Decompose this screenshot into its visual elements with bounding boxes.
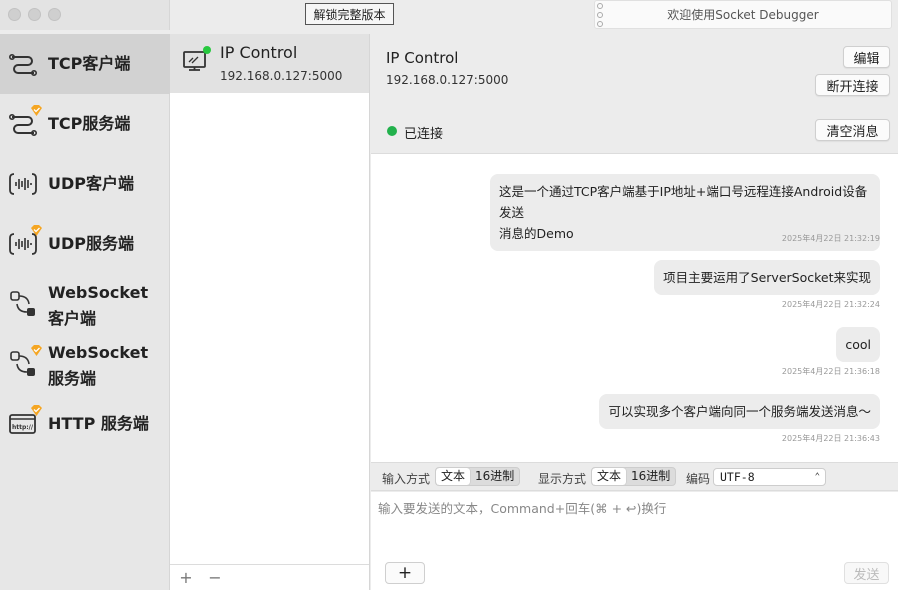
message-text: 可以实现多个客户端向同一个服务端发送消息～ <box>608 404 871 419</box>
connection-status-text: 已连接 <box>404 127 444 142</box>
sidebar-item-label-line1: WebSocket <box>48 283 149 302</box>
welcome-text: 欢迎使用Socket Debugger <box>667 8 819 22</box>
message-input[interactable]: 输入要发送的文本，Command+回车(⌘ + ↩)换行 <box>378 498 666 517</box>
message-timestamp: 2025年4月22日 21:36:43 <box>781 434 880 443</box>
pro-badge-icon <box>31 405 42 416</box>
udp-client-icon <box>9 173 37 195</box>
encoding-select[interactable]: UTF-8 ⌃ <box>713 468 826 486</box>
input-options-bar: 输入方式 文本 16进制 显示方式 文本 16进制 编码 UTF-8 ⌃ <box>371 462 898 491</box>
http-icon-text: http:// <box>12 424 34 431</box>
sidebar-item-http-server[interactable]: http:// HTTP 服务端 <box>0 394 170 454</box>
sidebar-item-label-line2: 客户端 <box>48 309 97 328</box>
title-bar: 解锁完整版本 欢迎使用Socket Debugger <box>0 0 898 30</box>
message-list[interactable]: 这是一个通过TCP客户端基于IP地址+端口号远程连接Android设备发送 消息… <box>371 153 898 462</box>
message-timestamp: 2025年4月22日 21:32:24 <box>781 300 880 309</box>
input-mode-hex-option[interactable]: 16进制 <box>470 468 519 485</box>
sidebar-titlebar <box>0 0 170 30</box>
send-button[interactable]: 发送 <box>844 562 889 584</box>
message-bubble: 可以实现多个客户端向同一个服务端发送消息～ <box>599 394 880 429</box>
compose-area[interactable]: 输入要发送的文本，Command+回车(⌘ + ↩)换行 + 发送 <box>371 492 898 590</box>
close-window-button[interactable] <box>8 8 21 21</box>
tcp-client-icon <box>8 54 37 76</box>
sidebar-item-websocket-client[interactable]: WebSocket 客户端 <box>0 274 170 334</box>
connection-title: IP Control <box>386 49 459 67</box>
welcome-banner: 欢迎使用Socket Debugger <box>594 0 892 29</box>
sidebar: TCP客户端 TCP服务端 UDP客户端 UDP服务端 WebSocket 客户… <box>0 34 170 590</box>
display-mode-segmented[interactable]: 文本 16进制 <box>591 467 677 486</box>
remove-connection-button[interactable]: − <box>206 568 224 587</box>
encoding-value: UTF-8 <box>720 470 755 484</box>
connected-status-dot <box>203 46 211 54</box>
edit-button[interactable]: 编辑 <box>843 46 890 68</box>
connection-address: 192.168.0.127:5000 <box>220 69 343 83</box>
pro-badge-icon <box>31 105 42 116</box>
message-bubble: cool <box>836 327 880 362</box>
add-attachment-button[interactable]: + <box>385 562 425 584</box>
sidebar-item-label: TCP服务端 <box>48 114 131 133</box>
clear-messages-button[interactable]: 清空消息 <box>815 119 890 141</box>
connection-detail-panel: IP Control 192.168.0.127:5000 编辑 断开连接 已连… <box>371 34 898 590</box>
input-mode-label: 输入方式 <box>382 472 431 486</box>
sidebar-item-label: HTTP 服务端 <box>48 414 149 433</box>
connection-address-header: 192.168.0.127:5000 <box>386 73 509 87</box>
sidebar-item-label: UDP服务端 <box>48 234 135 253</box>
connection-name: IP Control <box>220 43 298 62</box>
message-timestamp: 2025年4月22日 21:32:19 <box>781 234 880 243</box>
encoding-label: 编码 <box>686 472 711 486</box>
select-arrows-icon: ⌃ <box>814 472 820 482</box>
connection-status-dot <box>387 126 397 136</box>
disconnect-button[interactable]: 断开连接 <box>815 74 890 96</box>
connection-list: IP Control 192.168.0.127:5000 + − <box>170 34 370 590</box>
drag-handle-icon[interactable] <box>597 3 605 27</box>
unlock-full-version-button[interactable]: 解锁完整版本 <box>305 3 394 25</box>
display-mode-text-option[interactable]: 文本 <box>592 468 627 485</box>
sidebar-item-label-line2: 服务端 <box>48 369 97 388</box>
sidebar-item-label: TCP客户端 <box>48 54 131 73</box>
sidebar-item-websocket-server[interactable]: WebSocket 服务端 <box>0 334 170 394</box>
sidebar-item-tcp-server[interactable]: TCP服务端 <box>0 94 170 154</box>
sidebar-item-label-line1: WebSocket <box>48 343 149 362</box>
display-mode-hex-option[interactable]: 16进制 <box>626 468 675 485</box>
sidebar-item-label: UDP客户端 <box>48 174 135 193</box>
sidebar-item-udp-server[interactable]: UDP服务端 <box>0 214 170 274</box>
input-mode-text-option[interactable]: 文本 <box>436 468 471 485</box>
input-mode-segmented[interactable]: 文本 16进制 <box>435 467 521 486</box>
display-mode-label: 显示方式 <box>538 472 587 486</box>
add-connection-button[interactable]: + <box>177 568 195 587</box>
connection-row[interactable]: IP Control 192.168.0.127:5000 <box>170 34 369 93</box>
minimize-window-button[interactable] <box>28 8 41 21</box>
sidebar-item-udp-client[interactable]: UDP客户端 <box>0 154 170 214</box>
sidebar-item-tcp-client[interactable]: TCP客户端 <box>0 34 170 94</box>
message-bubble: 项目主要运用了ServerSocket来实现 <box>654 260 880 295</box>
message-text: 项目主要运用了ServerSocket来实现 <box>663 270 871 285</box>
pro-badge-icon <box>31 225 42 236</box>
message-text: cool <box>845 337 871 352</box>
message-text-line1: 这是一个通过TCP客户端基于IP地址+端口号远程连接Android设备发送 <box>499 184 868 220</box>
websocket-client-icon <box>10 291 35 316</box>
connection-list-footer: + − <box>170 564 369 590</box>
pro-badge-icon <box>31 345 42 356</box>
message-timestamp: 2025年4月22日 21:36:18 <box>781 367 880 376</box>
zoom-window-button[interactable] <box>48 8 61 21</box>
